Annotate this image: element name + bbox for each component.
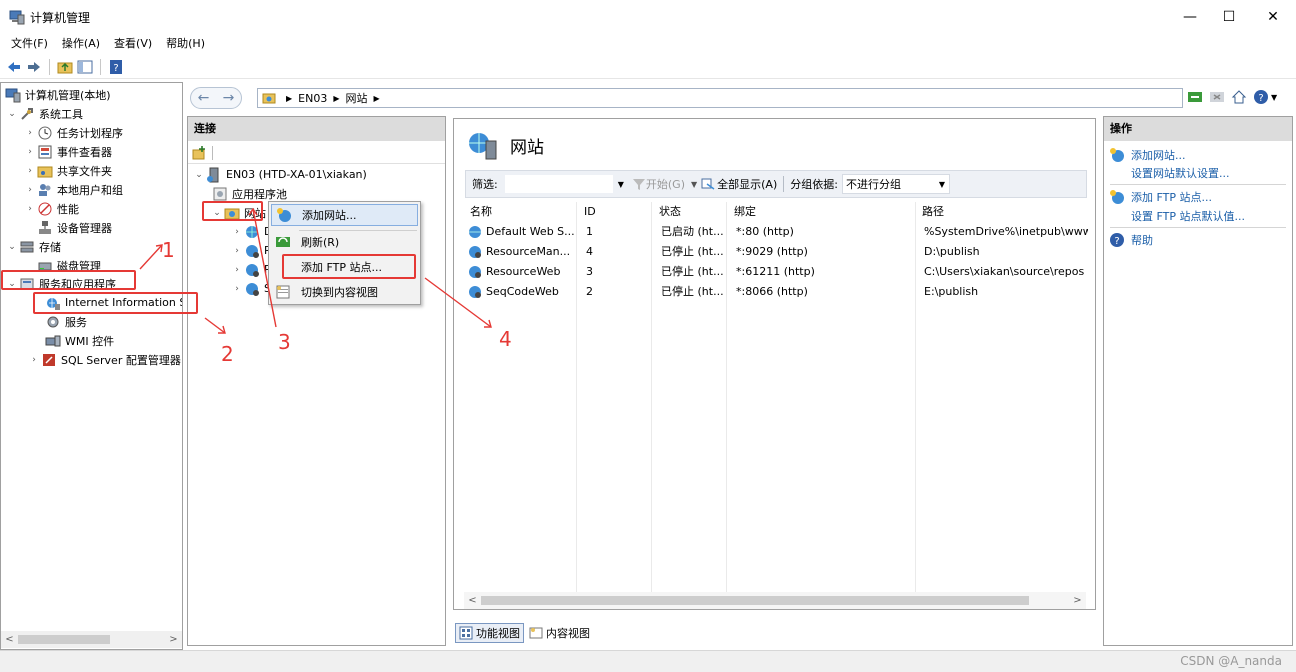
annotation-number: 1 xyxy=(162,238,175,262)
arrow-2 xyxy=(204,317,226,334)
annotation-arrows xyxy=(139,207,492,334)
annotation-number: 3 xyxy=(278,330,291,354)
arrow-3 xyxy=(252,208,277,328)
annotation-number: 2 xyxy=(221,342,234,366)
arrow-4 xyxy=(424,277,492,328)
annotation-number: 4 xyxy=(499,327,512,351)
arrow-1 xyxy=(139,244,163,270)
